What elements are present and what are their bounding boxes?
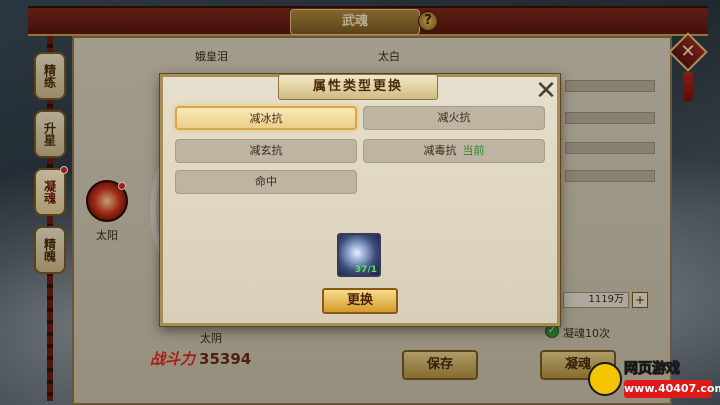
site-watermark: 网页游戏 www.40407.com (588, 356, 720, 402)
change-button[interactable]: 更换 (322, 288, 398, 314)
mascot-logo-icon (588, 362, 622, 396)
dialog-title: 属性类型更换 (278, 74, 438, 100)
watermark-line1: 网页游戏 (624, 361, 681, 378)
current-tag: 当前 (462, 144, 485, 157)
option-label: 减玄抗 (249, 144, 283, 157)
option-label: 命中 (255, 175, 277, 188)
option-ice-resist[interactable]: 减冰抗 (175, 106, 357, 130)
option-fire-resist[interactable]: 减火抗 (363, 106, 545, 130)
option-hit[interactable]: 命中 (175, 170, 357, 194)
option-label: 减火抗 (437, 111, 471, 124)
watermark-line2: www.40407.com (624, 380, 720, 398)
option-mystic-resist[interactable]: 减玄抗 (175, 139, 357, 163)
dialog-close-button[interactable]: ✕ (535, 78, 557, 104)
option-label: 减毒抗 (423, 144, 457, 157)
option-label: 减冰抗 (249, 112, 283, 125)
option-poison-resist[interactable]: 减毒抗 当前 (363, 139, 545, 163)
item-count: 37/1 (354, 265, 377, 275)
crystal-orb-icon[interactable]: 37/1 (337, 233, 381, 277)
